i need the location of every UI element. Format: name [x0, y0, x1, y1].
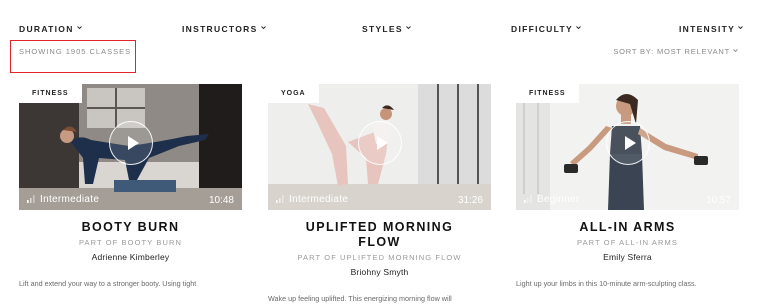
filter-bar: DURATION INSTRUCTORS STYLES DIFFICULTY I… — [0, 24, 768, 38]
program-name[interactable]: PART OF BOOTY BURN — [19, 238, 242, 247]
sort-dropdown[interactable]: SORT BY: MOST RELEVANT — [613, 47, 738, 56]
filter-intensity-label: INTENSITY — [679, 24, 736, 34]
highlight-annotation — [10, 40, 136, 73]
sort-label: SORT BY: MOST RELEVANT — [613, 47, 730, 56]
class-category-tag: FITNESS — [19, 84, 82, 103]
chevron-down-icon — [733, 46, 738, 55]
program-name[interactable]: PART OF ALL-IN ARMS — [516, 238, 739, 247]
class-thumbnail[interactable]: FITNESS Intermediate 10:48 — [19, 84, 242, 210]
signal-bars-icon — [276, 195, 284, 206]
class-description: Wake up feeling uplifted. This energizin… — [268, 294, 452, 303]
difficulty-level: Intermediate — [276, 194, 348, 206]
filter-instructors[interactable]: INSTRUCTORS — [182, 24, 266, 34]
class-card[interactable]: FITNESS Beginner 10:57 ALL-IN ARMS PART … — [516, 84, 739, 290]
play-button[interactable] — [605, 121, 650, 165]
class-card[interactable]: FITNESS Intermediate 10:48 BOOTY BURN PA… — [19, 84, 242, 290]
filter-styles-label: STYLES — [362, 24, 403, 34]
difficulty-label: Intermediate — [40, 194, 100, 205]
filter-instructors-label: INSTRUCTORS — [182, 24, 258, 34]
instructor-name[interactable]: Briohny Smyth — [268, 267, 491, 277]
filter-difficulty-label: DIFFICULTY — [511, 24, 573, 34]
filter-difficulty[interactable]: DIFFICULTY — [511, 24, 581, 34]
chevron-down-icon — [76, 25, 82, 30]
class-title-line: UPLIFTED MORNING — [305, 220, 454, 234]
difficulty-label: Beginner — [537, 194, 580, 205]
filter-duration[interactable]: DURATION — [19, 24, 82, 34]
class-title[interactable]: UPLIFTED MORNING FLOW — [268, 220, 491, 250]
filter-duration-label: DURATION — [19, 24, 74, 34]
difficulty-label: Intermediate — [289, 194, 349, 205]
class-description: Lift and extend your way to a stronger b… — [19, 279, 197, 288]
difficulty-level: Beginner — [524, 194, 579, 206]
class-description: Light up your limbs in this 10-minute ar… — [516, 279, 697, 288]
signal-bars-icon — [27, 195, 35, 206]
class-duration: 10:48 — [208, 195, 234, 206]
chevron-down-icon — [260, 25, 266, 30]
filter-intensity[interactable]: INTENSITY — [679, 24, 743, 34]
chevron-down-icon — [406, 25, 411, 30]
chevron-down-icon — [738, 25, 743, 30]
program-name[interactable]: PART OF UPLIFTED MORNING FLOW — [268, 253, 491, 262]
class-title-line: FLOW — [358, 235, 401, 249]
class-title[interactable]: BOOTY BURN — [19, 220, 242, 235]
class-category-tag: FITNESS — [516, 84, 579, 103]
chevron-down-icon — [576, 25, 581, 30]
signal-bars-icon — [524, 195, 532, 206]
class-thumbnail[interactable]: FITNESS Beginner 10:57 — [516, 84, 739, 210]
class-thumbnail[interactable]: YOGA Intermediate 31:26 — [268, 84, 491, 210]
difficulty-level: Intermediate — [27, 194, 99, 206]
instructor-name[interactable]: Emily Sferra — [516, 252, 739, 262]
class-card[interactable]: YOGA Intermediate 31:26 UPLIFTED MORNING… — [268, 84, 491, 305]
play-button[interactable] — [357, 121, 402, 165]
play-button[interactable] — [108, 121, 153, 165]
instructor-name[interactable]: Adrienne Kimberley — [19, 252, 242, 262]
class-duration: 10:57 — [705, 195, 731, 206]
class-duration: 31:26 — [457, 195, 483, 206]
class-title[interactable]: ALL-IN ARMS — [516, 220, 739, 235]
class-category-tag: YOGA — [268, 84, 319, 103]
filter-styles[interactable]: STYLES — [362, 24, 411, 34]
